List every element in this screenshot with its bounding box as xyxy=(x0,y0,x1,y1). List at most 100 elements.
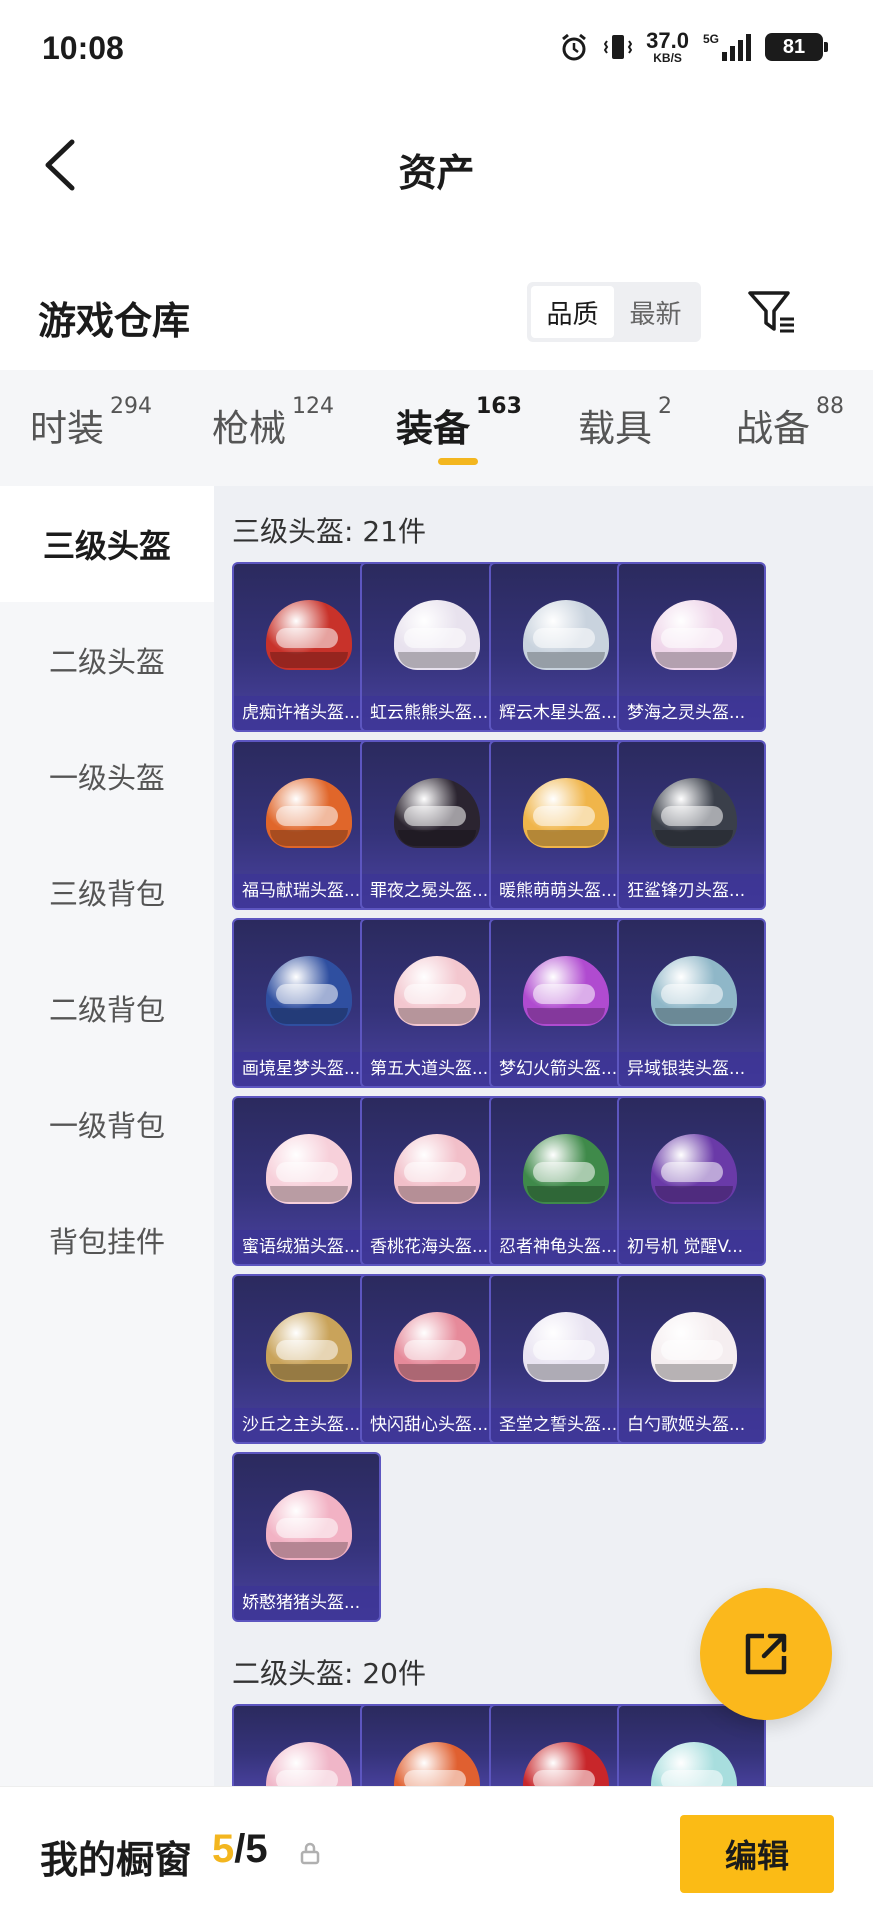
status-bar: 10:08 37.0 KB/S 5G 81 xyxy=(0,0,873,100)
helmet-image xyxy=(394,1734,480,1786)
helmet-image xyxy=(266,592,352,676)
sort-option-newest[interactable]: 最新 xyxy=(614,286,697,338)
sidebar-item-backpack-charm[interactable]: 背包挂件 xyxy=(0,1182,214,1298)
helmet-image xyxy=(266,948,352,1032)
sidebar-item-level3-backpack[interactable]: 三级背包 xyxy=(0,834,214,950)
item-card[interactable]: 异域银装头盔... xyxy=(617,918,766,1088)
sidebar-item-level2-backpack[interactable]: 二级背包 xyxy=(0,950,214,1066)
helmet-image xyxy=(651,948,737,1032)
item-card[interactable]: 辉云木星头盔... xyxy=(489,562,638,732)
lock-icon xyxy=(300,1842,320,1865)
tab-supplies[interactable]: 战备88 xyxy=(736,394,844,452)
helmet-image xyxy=(394,948,480,1032)
alarm-icon xyxy=(562,33,587,61)
status-icons: 37.0 KB/S 5G 81 xyxy=(558,28,828,65)
share-button[interactable] xyxy=(700,1588,832,1720)
sidebar-item-level1-helmet[interactable]: 一级头盔 xyxy=(0,718,214,834)
item-card[interactable]: 香桃花海头盔... xyxy=(360,1096,509,1266)
group-title: 三级头盔: 21件 xyxy=(232,515,426,548)
helmet-image xyxy=(394,1126,480,1210)
helmet-image xyxy=(651,592,737,676)
header: 资产 xyxy=(0,110,873,220)
helmet-image xyxy=(651,770,737,854)
sidebar: 三级头盔 二级头盔 一级头盔 三级背包 二级背包 一级背包 背包挂件 xyxy=(0,486,214,1786)
helmet-image xyxy=(523,592,609,676)
item-name: 梦海之灵头盔... xyxy=(619,696,764,730)
sort-option-quality[interactable]: 品质 xyxy=(531,286,614,338)
item-name: 虹云熊熊头盔... xyxy=(362,696,507,730)
item-name: 异域银装头盔... xyxy=(619,1052,764,1086)
helmet-image xyxy=(266,1304,352,1388)
helmet-image xyxy=(523,1304,609,1388)
helmet-image xyxy=(651,1734,737,1786)
item-card[interactable]: 梦幻火箭头盔... xyxy=(489,918,638,1088)
helmet-image xyxy=(266,1126,352,1210)
item-name: 狂鲨锋刃头盔... xyxy=(619,874,764,908)
sidebar-item-level3-helmet[interactable]: 三级头盔 xyxy=(0,486,214,602)
helmet-image xyxy=(266,770,352,854)
item-card[interactable]: 虹云熊熊头盔... xyxy=(360,562,509,732)
item-card[interactable] xyxy=(360,1704,509,1786)
helmet-image xyxy=(523,770,609,854)
signal-icon xyxy=(722,34,751,61)
item-name: 第五大道头盔... xyxy=(362,1052,507,1086)
item-name: 香桃花海头盔... xyxy=(362,1230,507,1264)
item-name: 快闪甜心头盔... xyxy=(362,1408,507,1442)
item-card[interactable]: 沙丘之主头盔... xyxy=(232,1274,381,1444)
item-name: 辉云木星头盔... xyxy=(491,696,636,730)
item-card[interactable]: 暖熊萌萌头盔... xyxy=(489,740,638,910)
bottom-bar: 我的橱窗 5/5 编辑 xyxy=(0,1786,873,1920)
item-card[interactable] xyxy=(232,1704,381,1786)
item-card[interactable]: 忍者神龟头盔... xyxy=(489,1096,638,1266)
signal-label: 5G xyxy=(702,32,719,46)
section-title: 游戏仓库 xyxy=(38,299,191,343)
item-name: 初号机 觉醒V... xyxy=(619,1230,764,1264)
helmet-image xyxy=(523,1126,609,1210)
item-name: 忍者神龟头盔... xyxy=(491,1230,636,1264)
item-card[interactable]: 梦海之灵头盔... xyxy=(617,562,766,732)
sidebar-item-level1-backpack[interactable]: 一级背包 xyxy=(0,1066,214,1182)
showcase-count: 5/5 xyxy=(212,1827,268,1871)
item-card[interactable]: 圣堂之誓头盔... xyxy=(489,1274,638,1444)
page-title: 资产 xyxy=(398,151,475,195)
sidebar-item-level2-helmet[interactable]: 二级头盔 xyxy=(0,602,214,718)
item-card[interactable]: 福马献瑞头盔... xyxy=(232,740,381,910)
tab-weapons[interactable]: 枪械124 xyxy=(212,394,334,452)
group-title: 二级头盔: 20件 xyxy=(232,1657,426,1690)
tab-vehicles[interactable]: 载具2 xyxy=(578,394,672,452)
item-card[interactable]: 第五大道头盔... xyxy=(360,918,509,1088)
item-card[interactable]: 蜜语绒猫头盔... xyxy=(232,1096,381,1266)
item-name: 沙丘之主头盔... xyxy=(234,1408,379,1442)
item-card[interactable]: 画境星梦头盔... xyxy=(232,918,381,1088)
helmet-image xyxy=(651,1304,737,1388)
helmet-image xyxy=(523,948,609,1032)
helmet-image xyxy=(394,770,480,854)
category-tabs: 时装294 枪械124 装备163 载具2 战备88 xyxy=(0,370,873,486)
item-card[interactable]: 娇憨猪猪头盔... xyxy=(232,1452,381,1622)
helmet-image xyxy=(523,1734,609,1786)
item-card[interactable]: 白勺歌姬头盔... xyxy=(617,1274,766,1444)
item-card[interactable] xyxy=(489,1704,638,1786)
item-card[interactable]: 初号机 觉醒V... xyxy=(617,1096,766,1266)
item-name: 福马献瑞头盔... xyxy=(234,874,379,908)
item-name: 蜜语绒猫头盔... xyxy=(234,1230,379,1264)
item-card[interactable]: 狂鲨锋刃头盔... xyxy=(617,740,766,910)
edit-button[interactable]: 编辑 xyxy=(680,1815,834,1893)
tab-equipment[interactable]: 装备163 xyxy=(396,394,522,465)
tab-fashion[interactable]: 时装294 xyxy=(30,394,152,452)
item-card[interactable]: 罪夜之冕头盔... xyxy=(360,740,509,910)
item-card[interactable]: 虎痴许褚头盔... xyxy=(232,562,381,732)
helmet-image xyxy=(394,1304,480,1388)
filter-button[interactable] xyxy=(744,285,798,339)
item-name: 虎痴许褚头盔... xyxy=(234,696,379,730)
helmet-image xyxy=(266,1482,352,1566)
item-card[interactable]: 快闪甜心头盔... xyxy=(360,1274,509,1444)
share-icon xyxy=(745,1633,787,1675)
showcase-label: 我的橱窗 xyxy=(40,1838,193,1882)
battery-indicator: 81 xyxy=(765,33,828,61)
item-name: 画境星梦头盔... xyxy=(234,1052,379,1086)
item-name: 白勺歌姬头盔... xyxy=(619,1408,764,1442)
helmet-image xyxy=(651,1126,737,1210)
status-time: 10:08 xyxy=(42,30,124,66)
network-speed: 37.0 KB/S xyxy=(646,28,689,65)
